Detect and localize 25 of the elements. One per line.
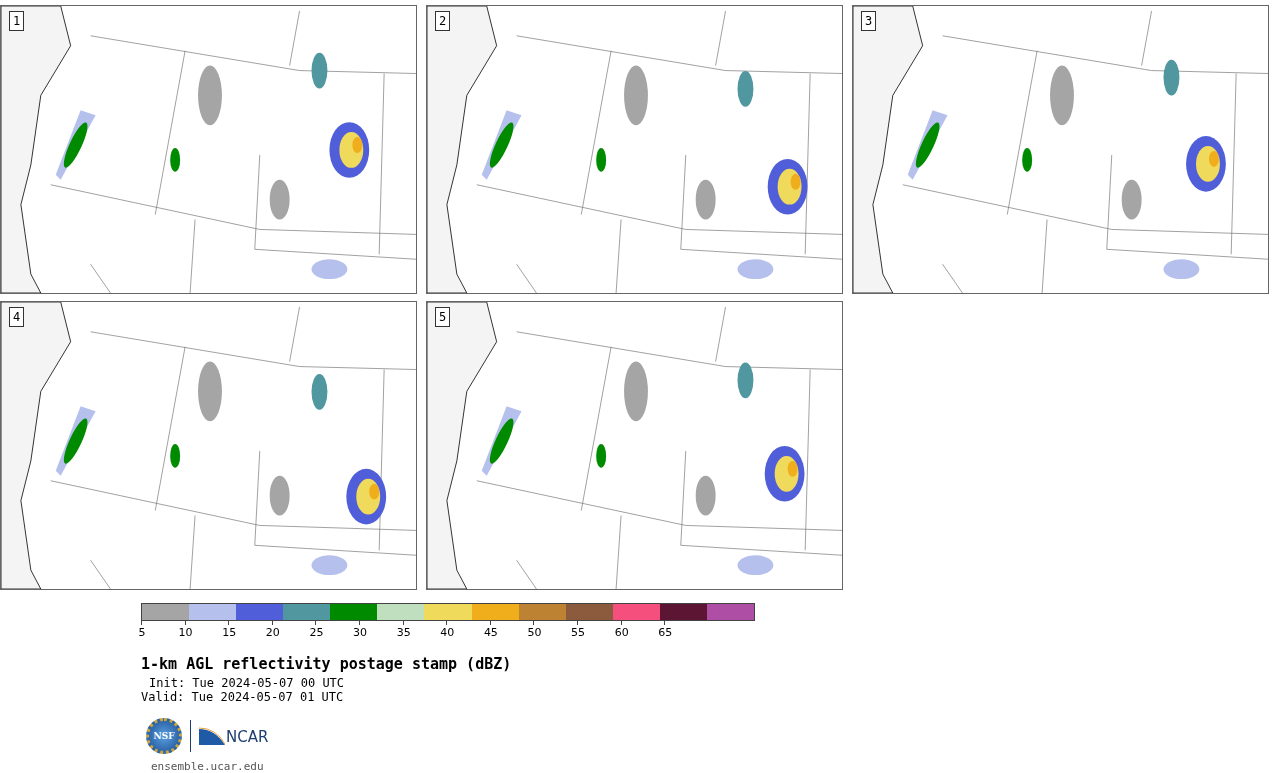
scale-label: 45 (483, 626, 498, 639)
scale-label: 35 (396, 626, 411, 639)
chart-title: 1-km AGL reflectivity postage stamp (dBZ) (141, 655, 513, 673)
panel-number: 3 (861, 11, 877, 31)
scale-label: 50 (527, 626, 542, 639)
panel-number: 5 (435, 307, 451, 327)
scale-label: 55 (571, 626, 586, 639)
scale-label: 65 (658, 626, 673, 639)
scale-label: 15 (222, 626, 237, 639)
panel-number: 1 (9, 11, 25, 31)
panel-number: 4 (9, 307, 25, 327)
nsf-logo: NSF (146, 718, 182, 754)
init-time: Init: Tue 2024-05-07 00 UTC (148, 676, 346, 690)
scale-label: 5 (138, 626, 146, 639)
ncar-logo: NCAR (226, 730, 269, 745)
scale-label: 30 (353, 626, 368, 639)
scale-label: 25 (309, 626, 324, 639)
website-url: ensemble.ucar.edu (151, 760, 265, 773)
swoosh-icon (199, 727, 225, 745)
scale-label: 40 (440, 626, 455, 639)
scale-label: 10 (178, 626, 193, 639)
valid-time: Valid: Tue 2024-05-07 01 UTC (141, 690, 345, 704)
panel-number: 2 (435, 11, 451, 31)
scale-label: 20 (265, 626, 280, 639)
scale-label: 60 (614, 626, 629, 639)
